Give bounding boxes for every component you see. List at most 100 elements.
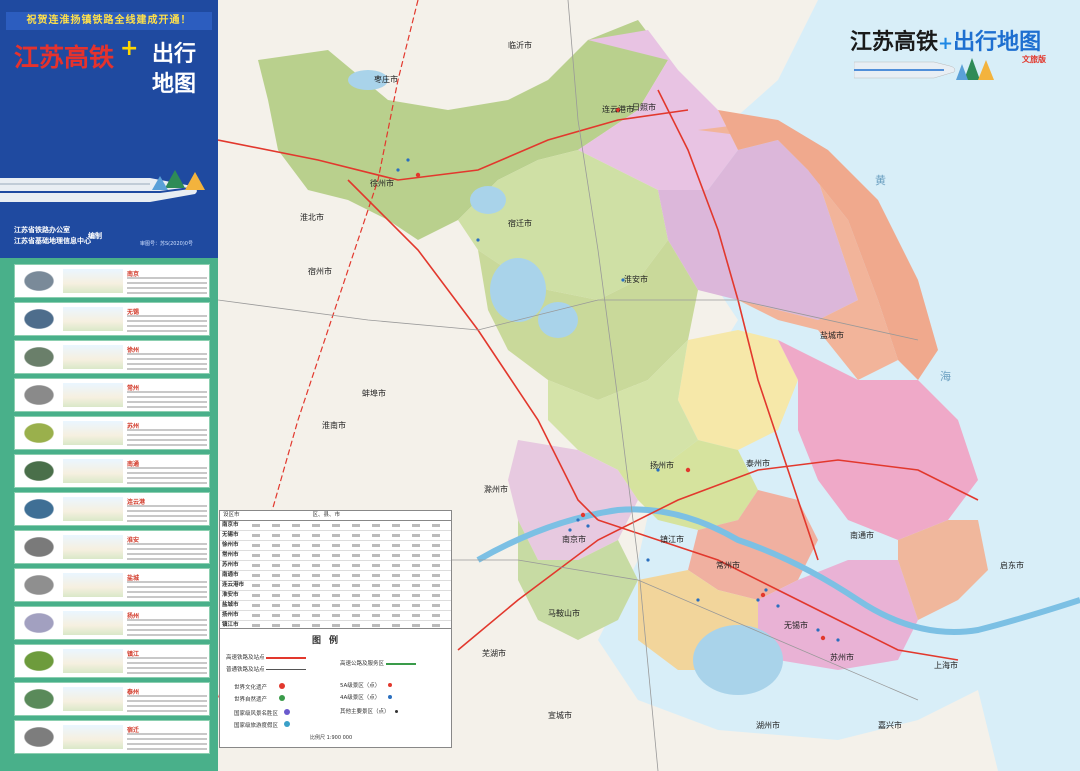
city-card: 南通 <box>14 454 210 488</box>
cover-panel: 祝贺连淮扬镇铁路全线建成开通！ 江苏高铁 + 出行地图 江苏省铁路办公室 江苏省… <box>0 0 218 258</box>
legend-rail-label: 普通铁路及站点 <box>226 667 265 673</box>
legend-expressway: 高速公路及服务区 <box>340 659 416 667</box>
city-silhouette-icon <box>21 307 57 331</box>
table-row: 盐城市 <box>220 601 451 611</box>
table-row-districts <box>246 564 449 567</box>
district-table: 设区市 区、县、市 南京市 无锡市 徐州市 常州市 苏州市 南通市 连云港市 淮安市 盐城市 扬州市… <box>219 510 452 651</box>
scenic-area-icon <box>283 709 290 715</box>
table-row: 连云港市 <box>220 581 451 591</box>
city-card: 扬州 <box>14 606 210 640</box>
approval-number: 审图号：苏S(2020)0号 <box>140 241 193 247</box>
place-suzhou: 苏州市 <box>830 653 854 662</box>
aaaaa-icon <box>388 683 393 687</box>
place-zaozhuang: 枣庄市 <box>374 75 398 84</box>
city-landmark-illustration <box>63 725 123 749</box>
city-card-description <box>127 429 207 449</box>
city-card: 南京 <box>14 264 210 298</box>
sea-label-huang: 黄 <box>875 174 886 187</box>
table-row-districts <box>246 624 449 627</box>
city-card: 镇江 <box>14 644 210 678</box>
city-card: 盐城 <box>14 568 210 602</box>
legend-title: 图例 <box>312 636 347 646</box>
place-taizhou: 泰州市 <box>746 459 770 468</box>
table-row-city: 无锡市 <box>222 532 239 538</box>
place-zhenjiang: 镇江市 <box>660 535 684 544</box>
city-card-description <box>127 315 207 335</box>
cover-title-main: 江苏高铁 <box>14 43 115 72</box>
legend-expressway-line-icon <box>385 662 416 665</box>
city-silhouette-icon <box>21 421 57 445</box>
city-card: 无锡 <box>14 302 210 336</box>
place-yancheng: 盐城市 <box>820 331 844 340</box>
city-silhouette-icon <box>21 383 57 407</box>
legend-world-nature: 世界自然遗产 <box>234 695 285 703</box>
legend-4a: 4A级景区（点） <box>340 693 393 701</box>
table-row-city: 苏州市 <box>222 562 239 568</box>
city-landmark-illustration <box>63 573 123 597</box>
table-header-city: 设区市 <box>223 512 240 518</box>
city-silhouette-icon <box>21 459 57 483</box>
place-suzhou-ah: 宿州市 <box>308 267 332 276</box>
table-row-districts <box>246 554 449 557</box>
place-rizhao: 日照市 <box>632 103 656 112</box>
legend-scenic: 国家级风景名胜区 <box>234 709 290 717</box>
place-huaian: 淮安市 <box>624 275 648 284</box>
map-scale: 比例尺 1:900 000 <box>310 735 353 741</box>
place-xuancheng: 宣城市 <box>548 711 572 720</box>
table-row-city: 扬州市 <box>222 612 239 618</box>
table-row: 扬州市 <box>220 611 451 621</box>
legend-hsr: 高速铁路及站点 <box>226 653 307 661</box>
legend-5a: 5A级景区（点） <box>340 681 393 689</box>
place-qidong: 启东市 <box>1000 561 1024 570</box>
table-row: 徐州市 <box>220 541 451 551</box>
city-landmark-illustration <box>63 269 123 293</box>
place-bengbu: 蚌埠市 <box>362 389 386 398</box>
table-row: 南通市 <box>220 571 451 581</box>
other-spot-icon <box>395 710 399 713</box>
city-silhouette-icon <box>21 725 57 749</box>
legend-expressway-label: 高速公路及服务区 <box>340 661 385 667</box>
table-row-city: 连云港市 <box>222 582 245 588</box>
place-xuzhou: 徐州市 <box>370 179 394 188</box>
city-card-description <box>127 657 207 677</box>
city-card-description <box>127 467 207 487</box>
city-landmark-illustration <box>63 459 123 483</box>
city-card-description <box>127 353 207 373</box>
city-card: 徐州 <box>14 340 210 374</box>
place-huaibei: 淮北市 <box>300 213 324 222</box>
place-wuxi: 无锡市 <box>784 621 808 630</box>
table-row: 无锡市 <box>220 531 451 541</box>
legend-scenic-label: 国家级风景名胜区 <box>234 711 279 717</box>
city-landmark-illustration <box>63 611 123 635</box>
place-chuzhou: 滁州市 <box>484 485 508 494</box>
map-title-plus: + <box>938 33 954 54</box>
map-title: 江苏高铁+出行地图 <box>850 24 1041 56</box>
city-landmark-illustration <box>63 649 123 673</box>
legend-5a-label: 5A级景区（点） <box>340 683 381 689</box>
table-row-city: 南通市 <box>222 572 239 578</box>
city-card: 苏州 <box>14 416 210 450</box>
cover-banner: 祝贺连淮扬镇铁路全线建成开通！ <box>6 12 212 30</box>
table-row-districts <box>246 534 449 537</box>
legend-other: 其他主要景区（点） <box>340 707 399 715</box>
table-row-districts <box>246 604 449 607</box>
city-silhouette-icon <box>21 687 57 711</box>
left-panel: 祝贺连淮扬镇铁路全线建成开通！ 江苏高铁 + 出行地图 江苏省铁路办公室 江苏省… <box>0 0 218 771</box>
city-landmark-illustration <box>63 497 123 521</box>
city-silhouette-icon <box>21 269 57 293</box>
city-card-description <box>127 277 207 297</box>
legend-world-culture: 世界文化遗产 <box>234 683 285 691</box>
resort-icon <box>283 721 290 727</box>
place-huainan: 淮南市 <box>322 421 346 430</box>
city-silhouette-icon <box>21 497 57 521</box>
place-linyi: 临沂市 <box>508 41 532 50</box>
edition-badge: 文旅版 <box>1022 55 1046 64</box>
table-row-districts <box>246 544 449 547</box>
city-card-description <box>127 733 207 753</box>
city-landmark-illustration <box>63 535 123 559</box>
place-wuhu: 芜湖市 <box>482 649 506 658</box>
table-row-city: 徐州市 <box>222 542 239 548</box>
place-nanjing: 南京市 <box>562 535 586 544</box>
legend-hsr-label: 高速铁路及站点 <box>226 655 265 661</box>
cover-train-illustration <box>0 170 205 202</box>
